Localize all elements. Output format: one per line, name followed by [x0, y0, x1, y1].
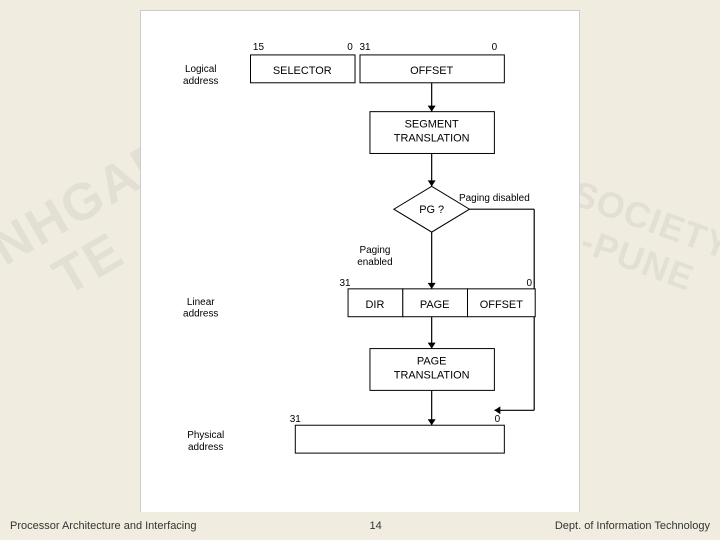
- svg-text:Logical: Logical: [185, 64, 217, 75]
- svg-text:0: 0: [347, 42, 353, 53]
- svg-text:address: address: [183, 76, 218, 87]
- svg-text:address: address: [188, 442, 223, 453]
- svg-text:0: 0: [492, 42, 498, 53]
- svg-text:address: address: [183, 309, 218, 320]
- svg-text:Linear: Linear: [187, 297, 215, 308]
- footer-center: 14: [370, 520, 382, 532]
- svg-text:Paging disabled: Paging disabled: [459, 193, 530, 204]
- footer-left: Processor Architecture and Interfacing: [10, 520, 196, 532]
- svg-text:SELECTOR: SELECTOR: [273, 65, 332, 77]
- svg-text:31: 31: [340, 278, 352, 289]
- svg-text:PG ?: PG ?: [419, 204, 444, 216]
- svg-text:TRANSLATION: TRANSLATION: [394, 369, 470, 381]
- svg-text:PAGE: PAGE: [420, 299, 450, 311]
- svg-text:31: 31: [359, 42, 371, 53]
- svg-text:enabled: enabled: [357, 257, 392, 268]
- svg-text:OFFSET: OFFSET: [410, 65, 453, 77]
- svg-text:Paging: Paging: [359, 245, 390, 256]
- svg-text:OFFSET: OFFSET: [480, 299, 523, 311]
- svg-text:0: 0: [526, 278, 532, 289]
- svg-text:TRANSLATION: TRANSLATION: [394, 133, 470, 145]
- svg-text:PAGE: PAGE: [417, 356, 447, 368]
- watermark-left: SINHGADTE: [10, 30, 140, 450]
- watermark-right: SOCIETY-PUNE: [580, 30, 710, 450]
- svg-text:SEGMENT: SEGMENT: [405, 119, 459, 131]
- main-content: 15 0 31 0 Logical address SELECTOR OFFSE…: [140, 10, 580, 520]
- svg-text:DIR: DIR: [366, 299, 385, 311]
- footer-right: Dept. of Information Technology: [555, 520, 710, 532]
- footer: Processor Architecture and Interfacing 1…: [0, 512, 720, 540]
- diagram: 15 0 31 0 Logical address SELECTOR OFFSE…: [141, 11, 579, 501]
- svg-text:31: 31: [290, 414, 302, 425]
- svg-text:Physical: Physical: [187, 430, 224, 441]
- svg-text:0: 0: [495, 414, 501, 425]
- svg-text:15: 15: [253, 42, 265, 53]
